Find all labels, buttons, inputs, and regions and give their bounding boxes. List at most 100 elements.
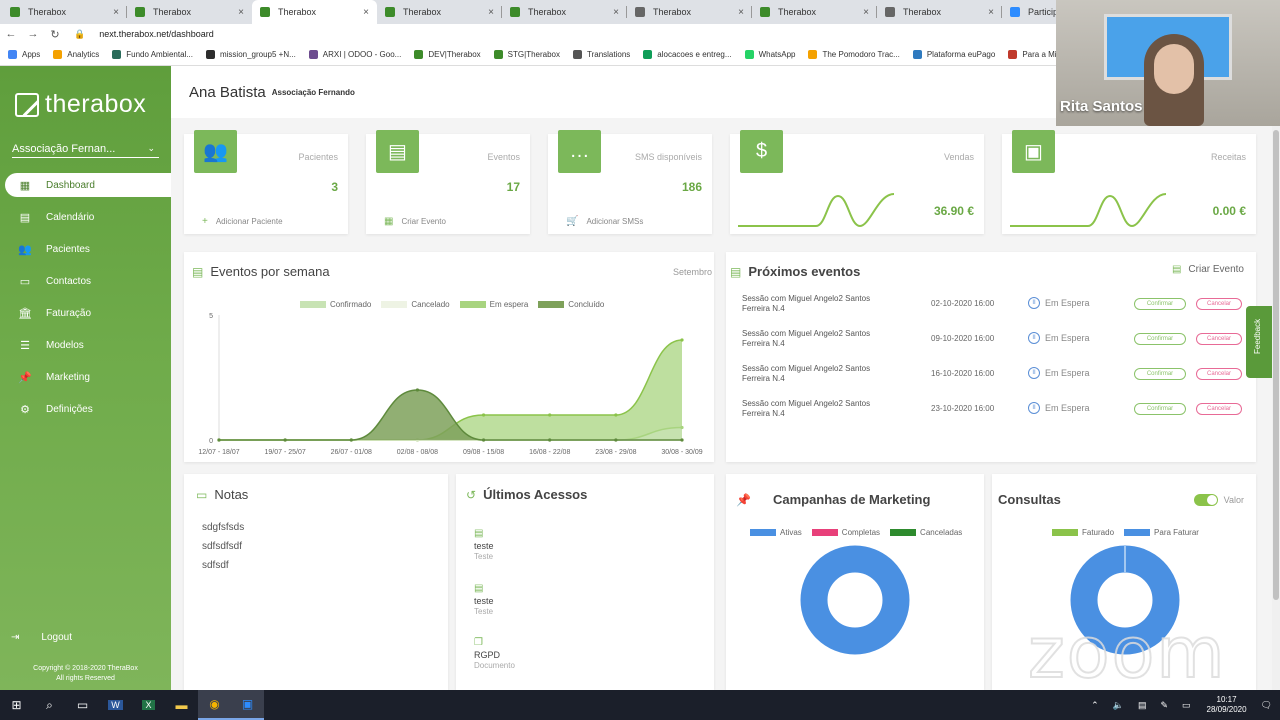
therabox-logo[interactable]: therabox [15, 90, 146, 119]
close-icon[interactable]: × [988, 7, 994, 18]
search-icon[interactable]: ⌕ [33, 690, 66, 720]
bookmark-label: Fundo Ambiental... [126, 50, 193, 59]
browser-tab[interactable]: Therabox × [877, 0, 1002, 24]
bookmark-item[interactable]: STG|Therabox [493, 50, 560, 59]
browser-tab[interactable]: Therabox × [752, 0, 877, 24]
sidebar-item-definições[interactable]: ⚙ Definições [5, 397, 171, 421]
x-tick-label: 02/08 - 08/08 [397, 449, 438, 456]
note-item[interactable]: sdgfsfsds [202, 522, 244, 533]
browser-tab[interactable]: Therabox × [627, 0, 752, 24]
cancel-button[interactable]: Cancelar [1196, 333, 1242, 345]
display-icon[interactable]: ▭ [1182, 700, 1191, 711]
bookmark-label: WhatsApp [758, 50, 796, 59]
browser-tab[interactable]: Therabox × [252, 0, 377, 24]
add-sms-link[interactable]: 🛒 Adicionar SMSs [566, 216, 643, 227]
close-icon[interactable]: × [863, 7, 869, 18]
back-icon[interactable]: ← [0, 28, 22, 40]
test-icon: ▤ [474, 528, 484, 539]
sidebar-item-marketing[interactable]: 📌 Marketing [5, 365, 171, 389]
pen-icon[interactable]: ✎ [1160, 700, 1168, 711]
logout-label: Logout [41, 632, 72, 643]
add-patient-link[interactable]: + Adicionar Paciente [202, 216, 283, 227]
sidebar-item-calendário[interactable]: ▤ Calendário [5, 205, 171, 229]
confirm-button[interactable]: Confirmar [1134, 368, 1186, 380]
logout-button[interactable]: ⇥ Logout [5, 632, 72, 643]
bookmark-item[interactable]: Analytics [53, 50, 99, 59]
task-view-icon[interactable]: ▭ [66, 690, 99, 720]
word-icon[interactable]: W [99, 690, 132, 720]
recent-access-item[interactable]: ❐ RGPD Documento [474, 637, 574, 670]
close-icon[interactable]: × [738, 7, 744, 18]
url-field[interactable]: next.therabox.net/dashboard [99, 29, 214, 39]
legend-item[interactable]: Canceladas [890, 528, 962, 537]
cancel-button[interactable]: Cancelar [1196, 368, 1242, 380]
close-icon[interactable]: × [488, 7, 494, 18]
event-date: 09-10-2020 16:00 [931, 334, 995, 343]
dollar-icon: $ [740, 130, 783, 173]
stat-label: SMS disponíveis [634, 152, 702, 162]
bookmark-item[interactable]: Translations [573, 50, 630, 59]
browser-tab[interactable]: Therabox × [377, 0, 502, 24]
chrome-icon[interactable]: ◉ [198, 690, 231, 720]
sidebar-item-modelos[interactable]: ☰ Modelos [5, 333, 171, 357]
sidebar-item-pacientes[interactable]: 👥 Pacientes [5, 237, 171, 261]
legend-item[interactable]: Faturado [1052, 528, 1114, 537]
browser-tab[interactable]: Therabox × [2, 0, 127, 24]
close-icon[interactable]: × [363, 7, 369, 18]
volume-icon[interactable]: 🔈 [1113, 700, 1124, 711]
bookmark-item[interactable]: alocacoes e entreg... [643, 50, 732, 59]
bookmark-item[interactable]: mission_group5 +N... [205, 50, 296, 59]
chevron-up-icon[interactable]: ⌃ [1091, 700, 1099, 711]
notifications-icon[interactable]: 🗨 [1261, 700, 1272, 711]
value-toggle[interactable]: Valor [1193, 494, 1244, 506]
browser-tab[interactable]: Therabox × [502, 0, 627, 24]
create-event-link[interactable]: ▦ Criar Evento [384, 216, 446, 227]
close-icon[interactable]: × [613, 7, 619, 18]
sidebar-item-dashboard[interactable]: ▦ Dashboard [5, 173, 171, 197]
confirm-button[interactable]: Confirmar [1134, 403, 1186, 415]
note-item[interactable]: sdfsdf [202, 560, 229, 571]
legend-item[interactable]: Ativas [750, 528, 802, 537]
bookmark-item[interactable]: Para a Min [1008, 50, 1061, 59]
feedback-tab[interactable]: Feedback [1246, 306, 1272, 378]
contacts-icon: ▭ [19, 275, 31, 288]
reload-icon[interactable]: ↻ [44, 28, 66, 41]
bookmark-item[interactable]: WhatsApp [744, 50, 796, 59]
bookmark-item[interactable]: Fundo Ambiental... [112, 50, 193, 59]
zoom-app-icon[interactable]: ▣ [231, 690, 264, 720]
sidebar-item-label: Pacientes [46, 243, 90, 255]
recent-access-item[interactable]: ▤ teste Teste [474, 528, 574, 561]
recent-access-item[interactable]: ▤ teste Teste [474, 583, 574, 616]
browser-tab[interactable]: Therabox × [127, 0, 252, 24]
close-icon[interactable]: × [113, 7, 119, 18]
bookmark-item[interactable]: DEV|Therabox [414, 50, 481, 59]
legend-item[interactable]: Completas [811, 528, 880, 537]
create-event-button[interactable]: ▤ Criar Evento [1172, 264, 1244, 275]
close-icon[interactable]: × [238, 7, 244, 18]
sidebar-item-contactos[interactable]: ▭ Contactos [5, 269, 171, 293]
scrollbar-thumb[interactable] [1273, 130, 1279, 600]
confirm-button[interactable]: Confirmar [1134, 298, 1186, 310]
period-selector[interactable]: Setembro [673, 267, 712, 277]
organization-select[interactable]: Associação Fernan... ⌄ [12, 140, 159, 158]
network-icon[interactable]: ▤ [1138, 700, 1147, 711]
sidebar-item-faturação[interactable]: 🏛 Faturação [5, 301, 171, 325]
bookmark-item[interactable]: Plataforma euPago [912, 50, 995, 59]
excel-icon[interactable]: X [132, 690, 165, 720]
bookmark-item[interactable]: The Pomodoro Trac... [808, 50, 900, 59]
cancel-button[interactable]: Cancelar [1196, 298, 1242, 310]
data-point [680, 438, 684, 442]
windows-start-icon[interactable]: ⊞ [0, 690, 33, 720]
note-item[interactable]: sdfsdfsdf [202, 541, 242, 552]
event-date: 16-10-2020 16:00 [931, 369, 995, 378]
bookmark-item[interactable]: Apps [8, 50, 40, 59]
stat-value: 186 [681, 180, 702, 194]
file-explorer-icon[interactable]: ▬ [165, 690, 198, 720]
legend-item[interactable]: Para Faturar [1124, 528, 1199, 537]
forward-icon[interactable]: → [22, 28, 44, 40]
bookmark-item[interactable]: ARXI | ODOO - Goo... [308, 50, 401, 59]
confirm-button[interactable]: Confirmar [1134, 333, 1186, 345]
clock[interactable]: 10:17 28/09/2020 [1207, 695, 1247, 715]
toggle-switch[interactable] [1193, 494, 1218, 506]
cancel-button[interactable]: Cancelar [1196, 403, 1242, 415]
